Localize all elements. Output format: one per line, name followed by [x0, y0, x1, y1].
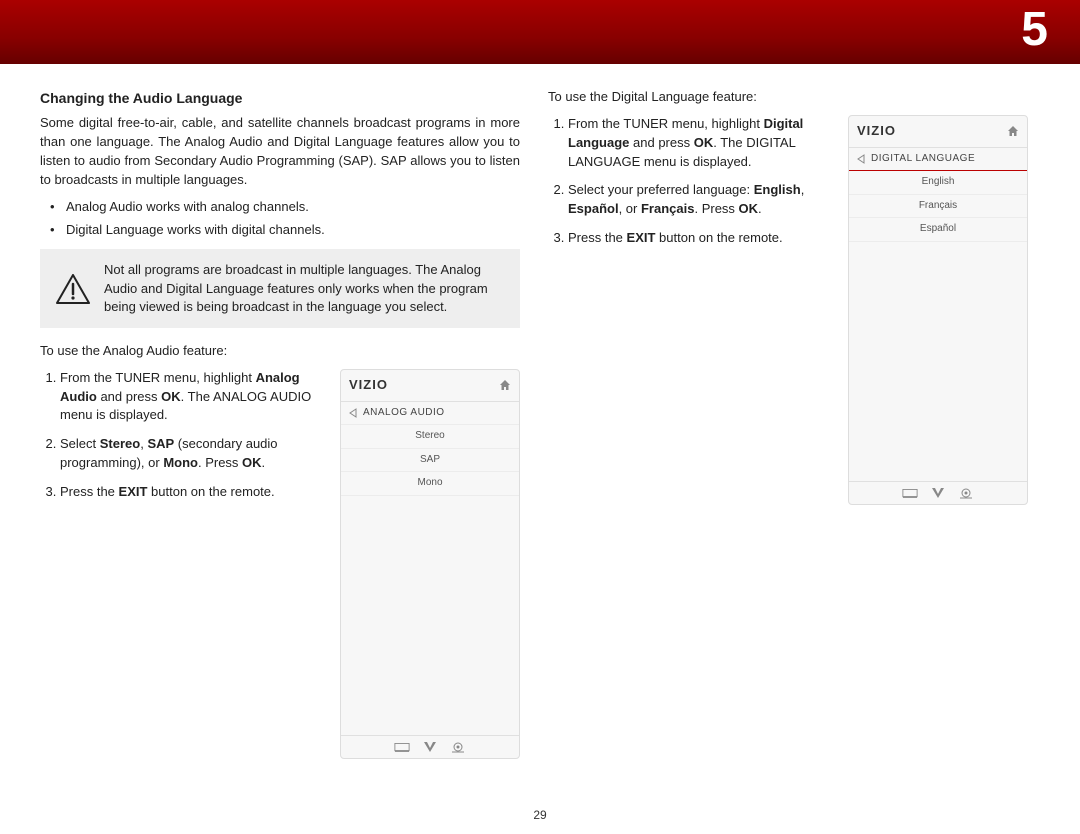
- digital-language-menu-card: VIZIO DIGITAL LANGUAGE English Français …: [848, 115, 1028, 505]
- vizio-logo: VIZIO: [349, 376, 388, 395]
- menu-title-row: DIGITAL LANGUAGE: [849, 148, 1027, 172]
- wide-icon: [902, 487, 918, 499]
- wide-icon: [394, 741, 410, 753]
- menu-spacer: [341, 496, 519, 735]
- menu-footer: [341, 735, 519, 758]
- vizio-logo: VIZIO: [857, 122, 896, 141]
- menu-title: ANALOG AUDIO: [363, 406, 445, 421]
- analog-use-intro: To use the Analog Audio feature:: [40, 342, 520, 361]
- digital-step-3: Press the EXIT button on the remote.: [568, 229, 834, 248]
- section-heading: Changing the Audio Language: [40, 88, 520, 108]
- chapter-number: 5: [1021, 2, 1048, 57]
- gear-icon: [450, 741, 466, 753]
- analog-steps: From the TUNER menu, highlight Analog Au…: [40, 369, 326, 759]
- v-icon: [930, 487, 946, 499]
- option-francais[interactable]: Français: [849, 195, 1027, 219]
- warning-note: Not all programs are broadcast in multip…: [40, 249, 520, 328]
- v-icon: [422, 741, 438, 753]
- digital-step-2: Select your preferred language: English,…: [568, 181, 834, 219]
- option-sap[interactable]: SAP: [341, 449, 519, 473]
- digital-steps: From the TUNER menu, highlight Digital L…: [548, 115, 834, 505]
- bullet-analog: Analog Audio works with analog channels.: [66, 198, 520, 217]
- home-icon: [499, 379, 511, 391]
- digital-instructions-row: From the TUNER menu, highlight Digital L…: [548, 115, 1028, 505]
- menu-footer: [849, 481, 1027, 504]
- chapter-banner: 5: [0, 0, 1080, 64]
- intro-paragraph: Some digital free-to-air, cable, and sat…: [40, 114, 520, 189]
- bullet-digital: Digital Language works with digital chan…: [66, 221, 520, 240]
- option-espanol[interactable]: Español: [849, 218, 1027, 242]
- analog-step-2: Select Stereo, SAP (secondary audio prog…: [60, 435, 326, 473]
- analog-audio-menu-card: VIZIO ANALOG AUDIO Stereo SAP Mono: [340, 369, 520, 759]
- digital-step-1: From the TUNER menu, highlight Digital L…: [568, 115, 834, 172]
- warning-text: Not all programs are broadcast in multip…: [104, 262, 488, 313]
- analog-instructions-row: From the TUNER menu, highlight Analog Au…: [40, 369, 520, 759]
- menu-spacer: [849, 242, 1027, 481]
- option-stereo[interactable]: Stereo: [341, 425, 519, 449]
- page-number: 29: [533, 808, 546, 822]
- analog-step-1: From the TUNER menu, highlight Analog Au…: [60, 369, 326, 426]
- home-icon: [1007, 125, 1019, 137]
- back-triangle-icon: [857, 154, 865, 164]
- feature-bullets: Analog Audio works with analog channels.…: [40, 198, 520, 240]
- option-english[interactable]: English: [849, 171, 1027, 195]
- menu-header: VIZIO: [849, 116, 1027, 148]
- back-triangle-icon: [349, 408, 357, 418]
- digital-use-intro: To use the Digital Language feature:: [548, 88, 1028, 107]
- analog-step-3: Press the EXIT button on the remote.: [60, 483, 326, 502]
- menu-title: DIGITAL LANGUAGE: [871, 152, 975, 167]
- menu-title-row: ANALOG AUDIO: [341, 402, 519, 426]
- gear-icon: [958, 487, 974, 499]
- left-column: Changing the Audio Language Some digital…: [40, 88, 520, 759]
- page-content: Changing the Audio Language Some digital…: [0, 64, 1080, 759]
- right-column: To use the Digital Language feature: Fro…: [548, 88, 1028, 759]
- option-mono[interactable]: Mono: [341, 472, 519, 496]
- menu-header: VIZIO: [341, 370, 519, 402]
- warning-icon: [56, 274, 90, 304]
